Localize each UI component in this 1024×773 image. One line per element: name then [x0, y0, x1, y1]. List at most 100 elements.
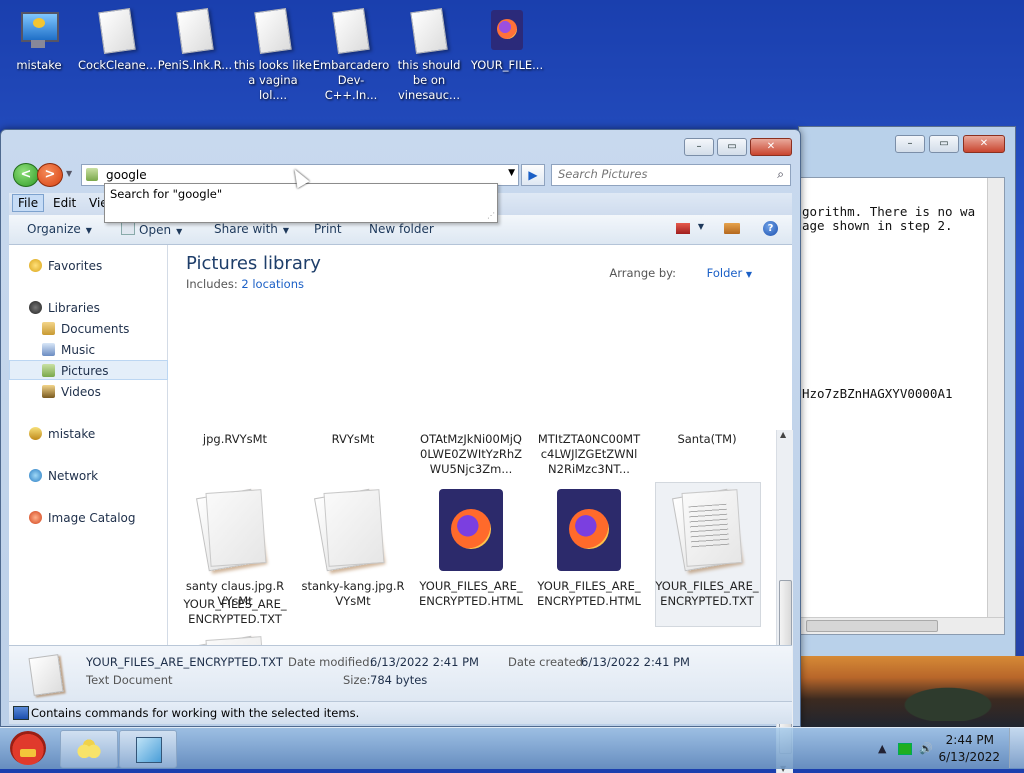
music-icon: [42, 343, 55, 356]
nav-item-videos[interactable]: Videos: [42, 385, 101, 399]
organize-button[interactable]: Organize ▼: [27, 222, 92, 236]
desktop-icon-label: PeniS.lnk.R...: [157, 58, 233, 72]
share-with-button[interactable]: Share with ▼: [214, 222, 289, 236]
back-button[interactable]: <: [13, 163, 39, 187]
nav-label: Videos: [61, 385, 101, 399]
menu-edit[interactable]: Edit: [53, 196, 76, 210]
close-button[interactable]: ✕: [963, 135, 1005, 153]
angry-bird-start-icon: [10, 731, 46, 765]
details-pane: YOUR_FILES_ARE_ENCRYPTED.TXT Text Docume…: [9, 645, 792, 701]
search-suggestion-item[interactable]: Search for "google": [110, 187, 222, 201]
forward-button[interactable]: >: [37, 163, 63, 187]
library-icon: [86, 168, 98, 181]
taskbar-explorer-button[interactable]: [60, 730, 118, 768]
file-name[interactable]: jpg.RVYsMt: [183, 432, 287, 447]
desktop-icon-penis-lnk[interactable]: PeniS.lnk.R...: [156, 7, 234, 73]
nav-label: Libraries: [48, 301, 100, 315]
taskbar-notepad-button[interactable]: [119, 730, 177, 768]
nav-item-homegroup[interactable]: mistake: [29, 427, 95, 441]
detail-size-value: 784 bytes: [370, 673, 428, 687]
vertical-scrollbar[interactable]: [987, 178, 1004, 618]
arrange-by-dropdown[interactable]: Folder ▼: [707, 266, 752, 280]
detail-file-name: YOUR_FILES_ARE_ENCRYPTED.TXT: [86, 655, 283, 669]
maximize-button[interactable]: ▭: [717, 138, 747, 156]
background-notepad-window[interactable]: – ▭ ✕ gorithm. There is no wa age shown …: [798, 126, 1016, 658]
change-view-icon[interactable]: [676, 223, 690, 234]
horizontal-scrollbar[interactable]: [800, 617, 1004, 634]
menu-file[interactable]: File: [12, 194, 45, 212]
nav-item-favorites[interactable]: Favorites: [29, 259, 102, 273]
scroll-up-icon[interactable]: ▲: [780, 430, 786, 439]
document-icon[interactable]: [194, 488, 267, 572]
network-icon[interactable]: [898, 743, 912, 755]
nav-label: mistake: [48, 427, 96, 441]
file-name[interactable]: YOUR_FILES_ARE_ENCRYPTED.TXT: [183, 597, 287, 627]
search-input[interactable]: [552, 165, 758, 183]
file-name[interactable]: Santa(TM): [655, 432, 759, 447]
desktop-icon-your-files[interactable]: YOUR_FILE...: [468, 8, 546, 73]
file-name[interactable]: MTItZTA0NC00MTc4LWJlZGEtZWNlN2RiMzc3NT..…: [537, 432, 641, 477]
nav-item-libraries[interactable]: Libraries: [29, 301, 100, 315]
desktop-icon-embarcadero[interactable]: Embarcadero Dev-C++.In...: [312, 7, 390, 103]
nav-label: Network: [48, 469, 99, 483]
videos-icon: [42, 385, 55, 398]
address-suggestion-dropdown[interactable]: Search for "google" ⋰: [104, 183, 498, 223]
nav-item-documents[interactable]: Documents: [42, 322, 129, 336]
search-box[interactable]: ⌕: [551, 164, 791, 186]
desktop-icon-vinesauce[interactable]: this should be on vinesauc...: [390, 7, 468, 103]
text-document-icon[interactable]: [194, 635, 267, 645]
preview-pane-icon[interactable]: [724, 223, 740, 234]
file-name[interactable]: OTAtMzJkNi00MjQ0LWE0ZWItYzRhZWU5Njc3Zm..…: [419, 432, 523, 477]
scroll-thumb[interactable]: [806, 620, 938, 632]
desktop-icon-label: CockCleane...: [78, 58, 157, 72]
clock-date[interactable]: 6/13/2022: [938, 750, 1000, 764]
image-catalog-icon: [29, 511, 42, 524]
desktop-icon-cockcleaner[interactable]: CockCleane...: [78, 7, 157, 73]
start-button[interactable]: [4, 729, 52, 767]
maximize-button[interactable]: ▭: [929, 135, 959, 153]
address-input[interactable]: google: [106, 168, 147, 182]
firefox-html-icon[interactable]: [557, 489, 621, 571]
locations-link[interactable]: 2 locations: [241, 277, 304, 291]
print-button[interactable]: Print: [314, 222, 342, 236]
open-button[interactable]: Open ▼: [121, 222, 182, 237]
text-area[interactable]: gorithm. There is no wa age shown in ste…: [799, 177, 1005, 635]
resize-grip-icon[interactable]: ⋰: [487, 211, 495, 220]
desktop-icon-mistake[interactable]: mistake: [0, 8, 78, 73]
nav-item-image-catalog[interactable]: Image Catalog: [29, 511, 135, 525]
volume-icon[interactable]: 🔊: [919, 742, 933, 755]
nav-item-network[interactable]: Network: [29, 469, 98, 483]
new-folder-button[interactable]: New folder: [369, 222, 434, 236]
show-hidden-icons-button[interactable]: ▲: [878, 742, 886, 755]
minimize-button[interactable]: –: [895, 135, 925, 153]
search-icon[interactable]: ⌕: [777, 167, 784, 182]
show-desktop-button[interactable]: [1009, 728, 1024, 768]
file-view[interactable]: Pictures library Includes: 2 locations A…: [168, 245, 792, 645]
close-button[interactable]: ✕: [750, 138, 792, 156]
file-name[interactable]: YOUR_FILES_ARE_ENCRYPTED.HTML: [537, 579, 641, 609]
pictures-icon: [42, 364, 55, 377]
document-icon: [175, 7, 215, 55]
documents-icon: [42, 322, 55, 335]
text-document-icon[interactable]: [670, 488, 743, 572]
nav-item-pictures[interactable]: Pictures: [42, 364, 109, 378]
document-icon[interactable]: [312, 488, 385, 572]
file-name[interactable]: RVYsMt: [301, 432, 405, 447]
nav-item-music[interactable]: Music: [42, 343, 95, 357]
libraries-icon: [77, 737, 101, 761]
help-icon[interactable]: ?: [763, 221, 778, 236]
arrange-label: Arrange by:: [609, 266, 676, 280]
view-options-chevron-icon[interactable]: ▼: [698, 222, 704, 231]
recent-pages-chevron-icon[interactable]: ▼: [66, 169, 72, 178]
file-name[interactable]: YOUR_FILES_ARE_ENCRYPTED.HTML: [419, 579, 523, 609]
file-name[interactable]: YOUR_FILES_ARE_ENCRYPTED.TXT: [655, 579, 759, 609]
file-name[interactable]: stanky-kang.jpg.RVYsMt: [301, 579, 405, 609]
desktop-icon-this-looks-like[interactable]: this looks like a vagina lol....: [234, 7, 312, 103]
address-dropdown-icon[interactable]: ▼: [508, 168, 515, 178]
arrange-value: Folder: [706, 266, 743, 280]
firefox-html-icon[interactable]: [439, 489, 503, 571]
go-button[interactable]: ▶: [521, 164, 545, 186]
minimize-button[interactable]: –: [684, 138, 714, 156]
clock-time[interactable]: 2:44 PM: [946, 733, 994, 747]
wallpaper-photo: [798, 656, 1024, 728]
